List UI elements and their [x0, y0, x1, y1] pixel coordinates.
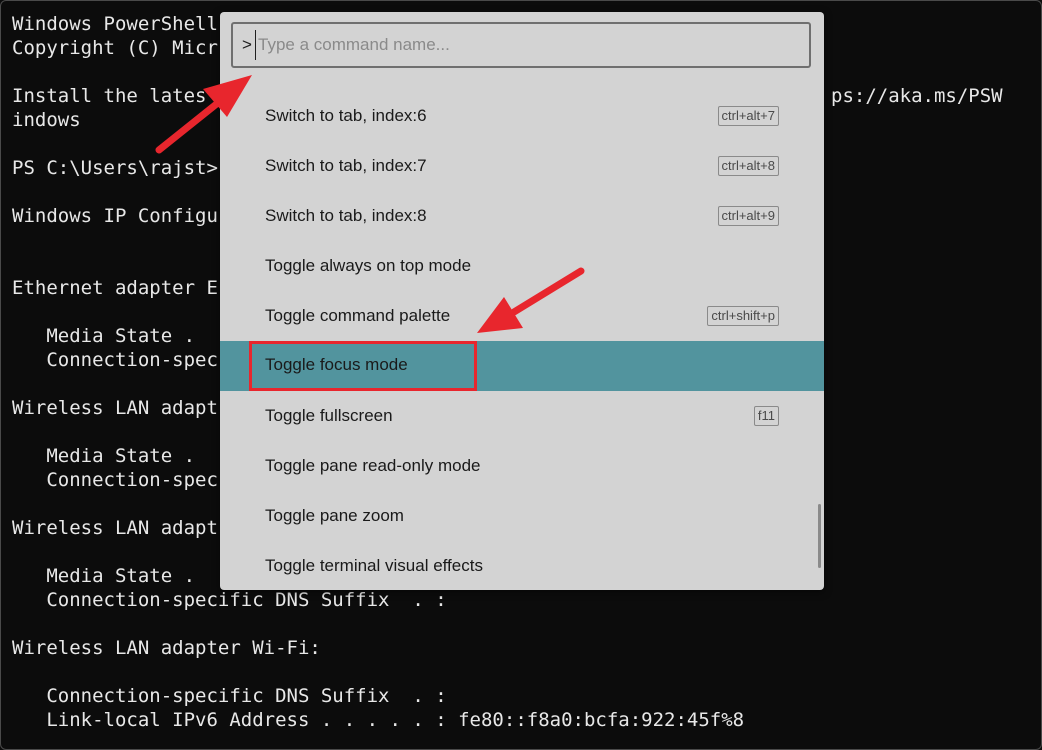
- terminal-line-fragment: ps://aka.ms/PSW: [831, 85, 1003, 107]
- command-item-toggle-always-on-top[interactable]: Toggle always on top mode: [220, 242, 824, 292]
- terminal-line: Ethernet adapter E: [12, 277, 218, 299]
- command-label: Toggle pane zoom: [265, 506, 404, 525]
- shortcut-badge: ctrl+alt+9: [717, 206, 779, 226]
- terminal-line: Link-local IPv6 Address . . . . . : fe80…: [12, 709, 745, 731]
- terminal-line: Media State .: [12, 445, 196, 467]
- search-box[interactable]: >: [231, 22, 811, 68]
- command-label: Toggle command palette: [265, 306, 451, 325]
- command-label: Toggle always on top mode: [265, 256, 472, 275]
- command-palette: > Switch to tab, index:6 ctrl+alt+7 Swit…: [220, 12, 824, 590]
- terminal-window: Windows PowerShell Copyright (C) Micr In…: [0, 0, 1042, 750]
- command-prefix: >: [242, 35, 252, 54]
- command-item-toggle-command-palette[interactable]: Toggle command palette ctrl+shift+p: [220, 292, 824, 342]
- command-item-switch-tab-8[interactable]: Switch to tab, index:8 ctrl+alt+9: [220, 192, 824, 242]
- command-label: Toggle pane read-only mode: [265, 456, 481, 475]
- terminal-line: Wireless LAN adapt: [12, 517, 218, 539]
- command-label: Toggle terminal visual effects: [265, 556, 483, 575]
- command-label: Toggle fullscreen: [265, 406, 393, 425]
- scrollbar-thumb[interactable]: [818, 504, 821, 568]
- terminal-line: Install the lates: [12, 85, 207, 107]
- terminal-line: Connection-spec: [12, 469, 218, 491]
- command-item-toggle-pane-read-only[interactable]: Toggle pane read-only mode: [220, 442, 824, 492]
- command-item-switch-tab-7[interactable]: Switch to tab, index:7 ctrl+alt+8: [220, 142, 824, 192]
- command-item-switch-tab-6[interactable]: Switch to tab, index:6 ctrl+alt+7: [220, 92, 824, 142]
- terminal-line: Wireless LAN adapt: [12, 397, 218, 419]
- terminal-line: Windows IP Configu: [12, 205, 218, 227]
- terminal-line: Wireless LAN adapter Wi-Fi:: [12, 637, 321, 659]
- terminal-line: Windows PowerShell: [12, 13, 218, 35]
- command-label: Switch to tab, index:7: [265, 156, 427, 175]
- shortcut-badge: ctrl+alt+8: [717, 156, 779, 176]
- shortcut-badge: ctrl+alt+7: [717, 106, 779, 126]
- annotation-highlight-box: [249, 341, 477, 391]
- terminal-line: Connection-spec: [12, 349, 218, 371]
- terminal-line: Connection-specific DNS Suffix . :: [12, 589, 447, 611]
- command-label: Switch to tab, index:6: [265, 106, 427, 125]
- terminal-line: Connection-specific DNS Suffix . :: [12, 685, 447, 707]
- terminal-line: PS C:\Users\rajst>: [12, 157, 218, 179]
- terminal-line: Copyright (C) Micr: [12, 37, 218, 59]
- command-label: Switch to tab, index:8: [265, 206, 427, 225]
- terminal-line: indows: [12, 109, 81, 131]
- terminal-line: Media State .: [12, 325, 196, 347]
- terminal-line: Media State .: [12, 565, 196, 587]
- command-item-toggle-pane-zoom[interactable]: Toggle pane zoom: [220, 492, 824, 542]
- shortcut-badge: ctrl+shift+p: [707, 306, 779, 326]
- shortcut-badge: f11: [753, 406, 779, 426]
- command-item-toggle-fullscreen[interactable]: Toggle fullscreen f11: [220, 392, 824, 442]
- command-search-input[interactable]: [255, 30, 798, 60]
- command-item-toggle-visual-effects[interactable]: Toggle terminal visual effects: [220, 542, 824, 590]
